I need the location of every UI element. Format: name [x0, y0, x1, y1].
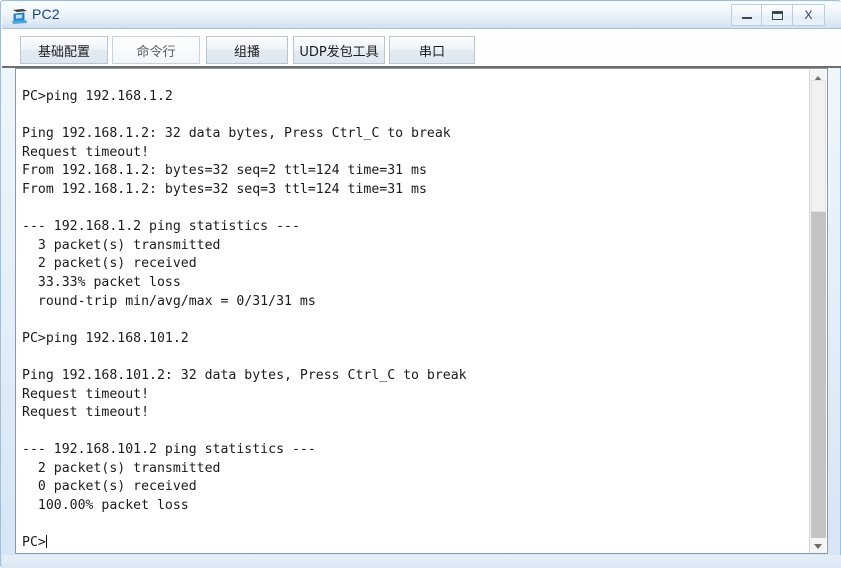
terminal-line: 0 packet(s) received: [22, 479, 197, 495]
terminal-line: Request timeout!: [22, 144, 150, 160]
pc2-window: PC2 X 基础配置 命令行 组播 UDP发包工具 串口 PC>ping 192.168…: [0, 0, 841, 568]
chevron-down-icon[interactable]: [810, 538, 826, 553]
terminal-line: Request timeout!: [22, 386, 150, 402]
tab-3[interactable]: UDP发包工具: [293, 36, 385, 64]
tab-2[interactable]: 组播: [206, 36, 288, 64]
maximize-icon: [762, 5, 792, 25]
scrollbar-track[interactable]: [811, 212, 826, 538]
terminal-line: 33.33% packet loss: [22, 274, 181, 290]
tab-label: 串口: [418, 44, 445, 60]
close-icon: X: [804, 8, 813, 22]
terminal-line: PC>: [22, 535, 47, 551]
title-bar[interactable]: PC2 X: [2, 2, 841, 29]
pc-host-icon: [10, 6, 30, 26]
minimize-button[interactable]: [731, 4, 762, 26]
terminal-line: PC>ping 192.168.101.2: [22, 330, 189, 346]
terminal-line: --- 192.168.1.2 ping statistics ---: [22, 219, 300, 235]
scrollbar-thumb[interactable]: [811, 80, 826, 212]
window-title: PC2: [32, 6, 60, 22]
terminal-line: Ping 192.168.1.2: 32 data bytes, Press C…: [22, 126, 451, 142]
terminal-scrollbar[interactable]: [809, 70, 826, 553]
terminal-line: Request timeout!: [22, 405, 150, 421]
maximize-button[interactable]: [762, 4, 793, 26]
terminal-line: round-trip min/avg/max = 0/31/31 ms: [22, 293, 316, 309]
terminal-output: PC>ping 192.168.1.2 Ping 192.168.1.2: 32…: [22, 88, 802, 553]
terminal-line: --- 192.168.101.2 ping statistics ---: [22, 442, 316, 458]
window-bottom-chrome: [2, 555, 841, 568]
command-line-terminal[interactable]: PC>ping 192.168.1.2 Ping 192.168.1.2: 32…: [15, 68, 828, 554]
terminal-line: 100.00% packet loss: [22, 498, 189, 514]
terminal-line: 2 packet(s) transmitted: [22, 460, 221, 476]
tab-0[interactable]: 基础配置: [20, 36, 108, 64]
terminal-line: 3 packet(s) transmitted: [22, 237, 221, 253]
tab-label: UDP发包工具: [299, 44, 379, 60]
terminal-line: PC>ping 192.168.1.2: [22, 89, 173, 104]
tab-4[interactable]: 串口: [389, 36, 475, 64]
tab-strip: 基础配置 命令行 组播 UDP发包工具 串口: [2, 29, 841, 67]
terminal-line: From 192.168.1.2: bytes=32 seq=2 ttl=124…: [22, 163, 427, 179]
terminal-line: Ping 192.168.101.2: 32 data bytes, Press…: [22, 367, 467, 383]
terminal-line: From 192.168.1.2: bytes=32 seq=3 ttl=124…: [22, 181, 427, 197]
tab-label: 基础配置: [37, 44, 90, 60]
tab-1[interactable]: 命令行: [112, 36, 200, 64]
text-cursor: [45, 535, 47, 549]
minimize-icon: [732, 5, 761, 25]
close-button[interactable]: X: [793, 4, 825, 26]
terminal-line: 2 packet(s) received: [22, 256, 197, 272]
tab-label: 命令行: [136, 44, 176, 60]
tab-label: 组播: [233, 44, 260, 60]
